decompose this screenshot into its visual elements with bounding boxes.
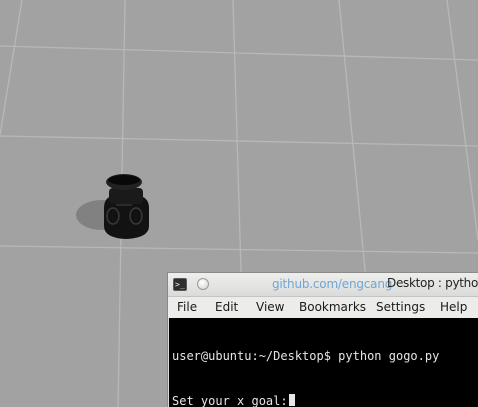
menu-file[interactable]: File (177, 300, 197, 314)
terminal-console[interactable]: user@ubuntu:~/Desktop$ python gogo.py Se… (169, 318, 478, 407)
console-command-line: user@ubuntu:~/Desktop$ python gogo.py (172, 349, 440, 363)
robot-column (109, 188, 143, 204)
terminal-window[interactable]: >_ github.com/engcang Desktop : python F… (167, 272, 478, 407)
menu-help[interactable]: Help (440, 300, 467, 314)
text-cursor (288, 394, 295, 406)
menu-view[interactable]: View (256, 300, 284, 314)
console-prompt-line: Set your x goal: (172, 394, 478, 407)
console-prompt-text: Set your x goal: (172, 394, 288, 407)
robot-top-plate (108, 175, 140, 185)
terminal-menubar: File Edit View Bookmarks Settings Help (168, 297, 478, 318)
menu-bookmarks[interactable]: Bookmarks (299, 300, 366, 314)
watermark-text: github.com/engcang (272, 277, 393, 291)
terminal-titlebar[interactable]: >_ github.com/engcang Desktop : python (168, 273, 478, 297)
terminal-app-icon[interactable]: >_ (173, 278, 187, 291)
window-pin-button[interactable] (197, 278, 209, 290)
menu-edit[interactable]: Edit (215, 300, 238, 314)
window-title: Desktop : python (387, 276, 478, 290)
menu-settings[interactable]: Settings (376, 300, 425, 314)
